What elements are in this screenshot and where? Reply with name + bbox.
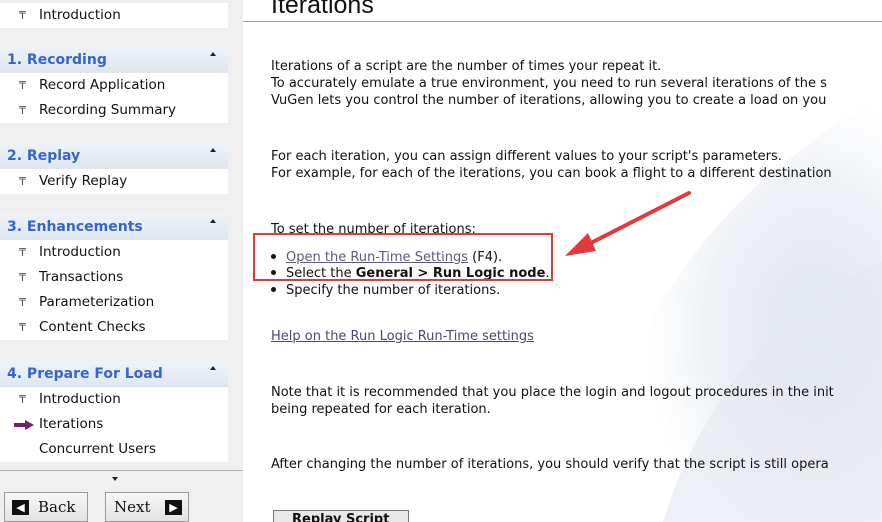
section-header[interactable]: 2. Replay bbox=[0, 143, 228, 169]
steps-list: ₸ Introduction 1. Recording ₸ Record App… bbox=[0, 0, 243, 470]
paragraph-line: After changing the number of iterations,… bbox=[271, 457, 829, 472]
nav-item-label: Record Application bbox=[39, 77, 166, 93]
nav-item-label: Introduction bbox=[39, 7, 121, 23]
section-header[interactable]: 4. Prepare For Load bbox=[0, 361, 228, 387]
pin-icon: ₸ bbox=[19, 79, 26, 92]
section-title: 1. Recording bbox=[7, 52, 107, 68]
nav-item-label: Parameterization bbox=[39, 294, 155, 310]
collapse-icon[interactable] bbox=[210, 219, 216, 223]
nav-item-record-application[interactable]: ₸ Record Application bbox=[0, 73, 228, 98]
content-pane: Iterations Iterations of a script are th… bbox=[243, 0, 882, 522]
pin-icon: ₸ bbox=[19, 321, 26, 334]
navigation-pane: ₸ Introduction 1. Recording ₸ Record App… bbox=[0, 0, 243, 522]
nav-item-label: Introduction bbox=[39, 244, 121, 260]
annotation-arrow bbox=[565, 191, 691, 256]
nav-item-verify-replay[interactable]: ₸ Verify Replay bbox=[0, 169, 228, 194]
pin-icon: ₸ bbox=[19, 175, 26, 188]
pin-icon: ₸ bbox=[19, 9, 26, 22]
back-label: Back bbox=[38, 498, 76, 516]
nav-item-label: Transactions bbox=[39, 269, 124, 285]
nav-item-introduction[interactable]: ₸ Introduction bbox=[0, 240, 228, 265]
arrow-right-icon bbox=[14, 420, 34, 430]
section-header[interactable]: 1. Recording bbox=[0, 47, 228, 73]
back-button[interactable]: ◀ Back bbox=[4, 492, 88, 522]
next-button[interactable]: Next ▶ bbox=[105, 492, 189, 522]
run-logic-help-link[interactable]: Help on the Run Logic Run-Time settings bbox=[271, 329, 534, 344]
pin-icon: ₸ bbox=[19, 296, 26, 309]
nav-item-transactions[interactable]: ₸ Transactions bbox=[0, 265, 228, 290]
nav-item-introduction[interactable]: ₸ Introduction bbox=[0, 387, 228, 412]
arrow-right-icon: ▶ bbox=[165, 500, 182, 515]
pin-icon: ₸ bbox=[19, 246, 26, 259]
nav-item-label: Content Checks bbox=[39, 319, 146, 335]
paragraph-line: Note that it is recommended that you pla… bbox=[271, 385, 834, 400]
nav-item-label: Recording Summary bbox=[39, 102, 177, 118]
collapse-icon[interactable] bbox=[210, 148, 216, 152]
section-title: 3. Enhancements bbox=[7, 219, 143, 235]
section-header[interactable]: 3. Enhancements bbox=[0, 214, 228, 240]
nav-item-content-checks[interactable]: ₸ Content Checks bbox=[0, 315, 228, 340]
section-replay: 2. Replay ₸ Verify Replay bbox=[0, 143, 228, 194]
nav-item-introduction[interactable]: ₸ Introduction bbox=[0, 3, 228, 28]
intro-section: ₸ Introduction bbox=[0, 3, 228, 28]
scrollbar[interactable] bbox=[0, 470, 243, 486]
scroll-down-icon[interactable] bbox=[112, 477, 118, 481]
section-prepare-for-load: 4. Prepare For Load ₸ Introduction Itera… bbox=[0, 361, 228, 462]
section-title: 4. Prepare For Load bbox=[7, 366, 163, 382]
nav-item-iterations[interactable]: Iterations bbox=[0, 412, 228, 437]
collapse-icon[interactable] bbox=[210, 366, 216, 370]
nav-item-label: Verify Replay bbox=[39, 173, 128, 189]
replay-script-button[interactable]: Replay Script bbox=[273, 510, 409, 522]
nav-item-label: Concurrent Users bbox=[39, 441, 157, 457]
pin-icon: ₸ bbox=[19, 271, 26, 284]
next-label: Next bbox=[114, 498, 151, 516]
section-recording: 1. Recording ₸ Record Application ₸ Reco… bbox=[0, 47, 228, 123]
section-enhancements: 3. Enhancements ₸ Introduction ₸ Transac… bbox=[0, 214, 228, 340]
nav-item-label: Introduction bbox=[39, 391, 121, 407]
collapse-icon[interactable] bbox=[210, 52, 216, 56]
nav-item-parameterization[interactable]: ₸ Parameterization bbox=[0, 290, 228, 315]
arrow-left-icon: ◀ bbox=[12, 500, 29, 515]
nav-item-recording-summary[interactable]: ₸ Recording Summary bbox=[0, 98, 228, 123]
pin-icon: ₸ bbox=[19, 104, 26, 117]
section-title: 2. Replay bbox=[7, 148, 81, 164]
help-link-row: Help on the Run Logic Run-Time settings bbox=[271, 329, 534, 345]
pin-icon: ₸ bbox=[19, 393, 26, 406]
nav-item-concurrent-users[interactable]: Concurrent Users bbox=[0, 437, 228, 462]
paragraph-line: being repeated for each iteration. bbox=[271, 402, 491, 417]
nav-item-label: Iterations bbox=[39, 416, 104, 432]
